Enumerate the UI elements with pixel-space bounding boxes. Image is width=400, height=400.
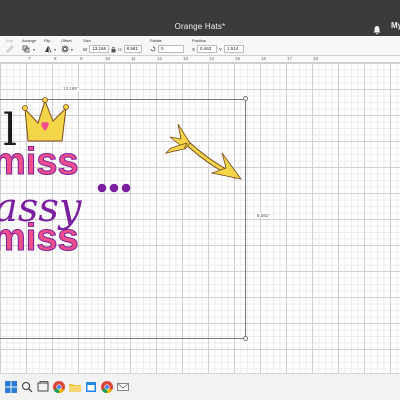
ruler-tick: 10 — [105, 56, 111, 61]
top-ruler: 7 8 9 10 11 12 13 14 15 16 17 18 — [0, 56, 400, 63]
rotate-input[interactable]: 0 — [158, 45, 184, 53]
pos-x-prefix: X — [192, 46, 196, 52]
title-bar: Orange Hats* My — [0, 0, 400, 36]
mail-icon[interactable] — [116, 380, 130, 394]
size-height-input[interactable]: 8.581 — [123, 45, 142, 53]
size-w-prefix: W — [83, 46, 88, 52]
rotate-icon — [150, 46, 156, 52]
ruler-tick: 9 — [80, 56, 83, 61]
flip-icon — [44, 45, 52, 53]
design-text-miss-2: miss — [0, 217, 79, 259]
chevron-down-icon: ▾ — [33, 46, 36, 52]
position-group: Position X 0.463 Y 1.514 — [192, 38, 252, 55]
windows-taskbar — [0, 373, 400, 400]
position-x-input[interactable]: 0.463 — [197, 45, 218, 53]
edit-icon — [6, 45, 14, 53]
ruler-tick: 8 — [54, 56, 57, 61]
ruler-tick: 11 — [131, 56, 136, 61]
arrange-icon — [22, 45, 31, 53]
window-title: Orange Hats* — [174, 22, 226, 31]
chrome-icon[interactable] — [100, 380, 114, 394]
ruler-tick: 7 — [28, 56, 31, 61]
flip-group[interactable]: Flip ▾ — [44, 38, 60, 55]
chevron-down-icon: ▾ — [54, 46, 57, 52]
bell-icon[interactable] — [372, 22, 382, 35]
edit-toolbar: Edit Arrange ▾ Flip ▾ Offset ▾ Size W 13… — [0, 36, 400, 56]
arrow-icon — [164, 123, 242, 180]
file-explorer-icon[interactable] — [68, 380, 82, 394]
ruler-tick: 17 — [287, 56, 293, 61]
dot-shape — [109, 183, 119, 193]
task-view-icon[interactable] — [36, 380, 50, 394]
offset-icon — [61, 45, 69, 53]
size-h-prefix: H — [118, 46, 122, 52]
design-canvas[interactable]: 13.165" 8.581" l miss assy miss — [0, 63, 400, 373]
windows-icon[interactable] — [4, 380, 18, 394]
size-group: Size W 13.165 H 8.581 — [83, 38, 143, 55]
design-text-miss: miss — [0, 141, 79, 183]
offset-group[interactable]: Offset ▾ — [61, 38, 79, 55]
search-icon[interactable] — [20, 380, 34, 394]
ruler-tick: 14 — [209, 56, 215, 61]
edit-group[interactable]: Edit — [6, 38, 20, 55]
lock-icon[interactable] — [111, 46, 116, 53]
ruler-tick: 12 — [157, 56, 163, 61]
crown-icon — [22, 97, 69, 142]
user-menu[interactable]: My — [391, 21, 400, 30]
rotate-group: Rotate 0 — [150, 38, 188, 55]
dot-shape — [121, 183, 131, 193]
size-width-input[interactable]: 13.165 — [89, 45, 110, 53]
design-artwork[interactable]: l miss assy miss — [0, 63, 400, 373]
dot-shape — [97, 183, 107, 193]
ruler-tick: 15 — [235, 56, 241, 61]
ruler-tick: 18 — [313, 56, 319, 61]
chrome-icon[interactable] — [52, 380, 66, 394]
chevron-down-icon: ▾ — [71, 46, 74, 52]
ruler-tick: 13 — [183, 56, 189, 61]
pos-y-prefix: Y — [219, 46, 223, 52]
position-y-input[interactable]: 1.514 — [224, 45, 245, 53]
arrange-group[interactable]: Arrange ▾ — [22, 38, 42, 55]
calendar-icon[interactable] — [84, 380, 98, 394]
ruler-tick: 16 — [261, 56, 267, 61]
